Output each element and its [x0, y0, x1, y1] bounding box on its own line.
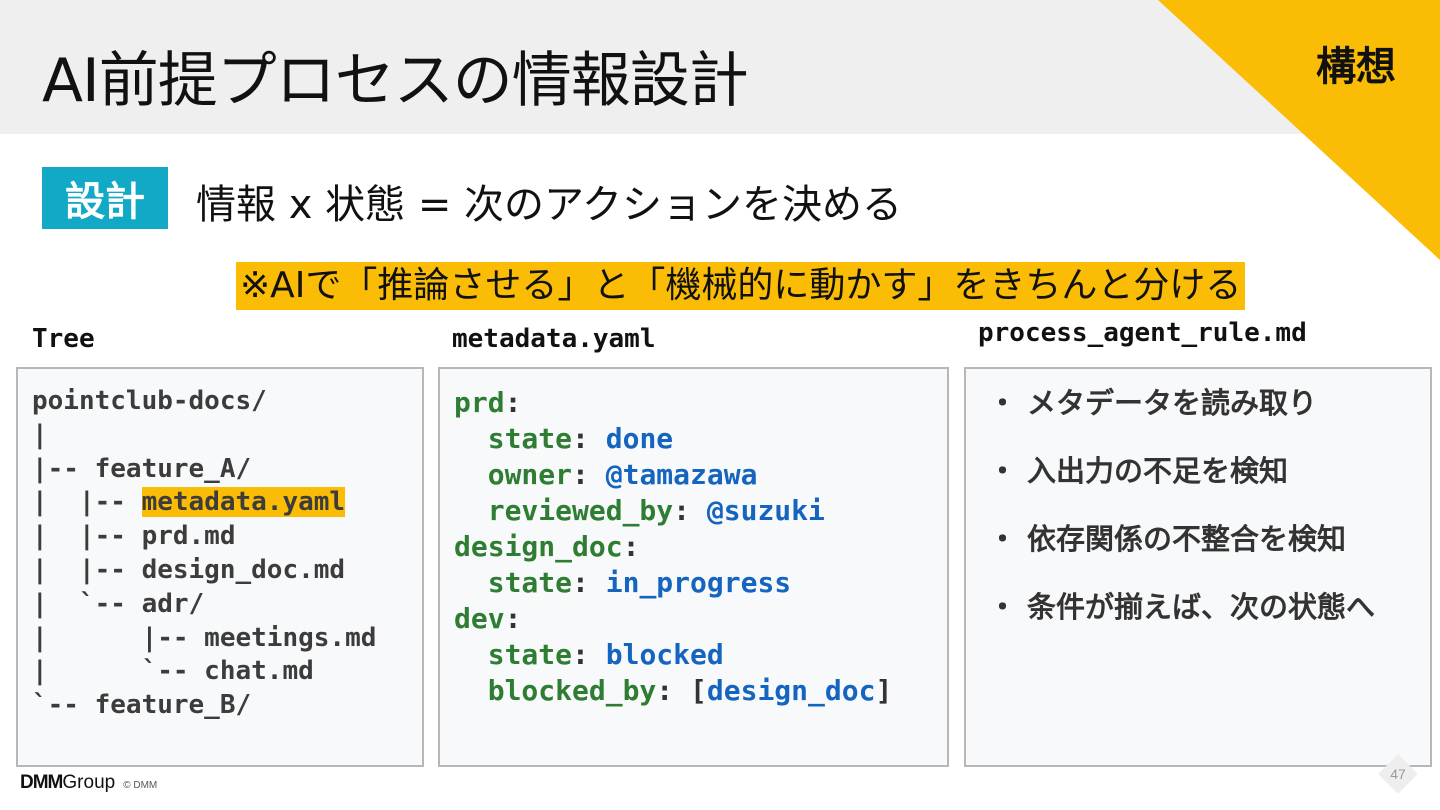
tree-label: Tree: [32, 324, 95, 354]
bullet-icon: ・: [988, 386, 1018, 420]
rules-label: process_agent_rule.md: [978, 318, 1307, 348]
tree-highlight-metadata: metadata.yaml: [141, 487, 346, 518]
design-badge: 設計: [42, 167, 168, 229]
yaml-value: @tamazawa: [605, 458, 758, 491]
yaml-value: @suzuki: [706, 494, 825, 527]
yaml-key: design_doc: [454, 530, 623, 563]
yaml-key: state: [487, 422, 573, 455]
yaml-key: prd: [454, 386, 505, 419]
rule-item: ・メタデータを読み取り: [988, 386, 1318, 420]
yaml-key: owner: [487, 458, 573, 491]
tree-line: |-- feature_A/: [32, 453, 252, 484]
tree-line: `-- feature_B/: [32, 690, 252, 721]
tree-code: pointclub-docs/ | |-- feature_A/ | |-- m…: [32, 385, 376, 723]
tree-line: | `-- adr/: [32, 588, 205, 619]
rules-panel: ・メタデータを読み取り ・入出力の不足を検知 ・依存関係の不整合を検知 ・条件が…: [964, 367, 1432, 767]
rule-item: ・条件が揃えば、次の状態へ: [988, 590, 1376, 624]
yaml-code: prd: state: done owner: @tamazawa review…: [454, 386, 893, 707]
tree-line: | |--: [32, 487, 142, 518]
rule-item: ・入出力の不足を検知: [988, 454, 1289, 488]
bullet-icon: ・: [988, 522, 1018, 556]
page-number-badge: 47: [1378, 754, 1418, 794]
tree-line: | `-- chat.md: [32, 656, 314, 687]
metadata-panel: prd: state: done owner: @tamazawa review…: [438, 367, 949, 767]
page-title: AI前提プロセスの情報設計: [42, 46, 749, 116]
subtitle: 情報 x 状態 = 次のアクションを決める: [196, 182, 903, 228]
tree-line: | |-- design_doc.md: [32, 554, 346, 585]
rule-list: ・メタデータを読み取り ・入出力の不足を検知 ・依存関係の不整合を検知 ・条件が…: [988, 381, 1375, 653]
corner-label: 構想: [1316, 44, 1396, 90]
tree-line: | |-- prd.md: [32, 521, 236, 552]
yaml-value: design_doc: [706, 674, 876, 707]
yaml-key: blocked_by: [487, 674, 657, 707]
bullet-icon: ・: [988, 454, 1018, 488]
yaml-value: blocked: [605, 638, 724, 671]
logo-group: Group: [62, 772, 116, 793]
tree-line: pointclub-docs/: [32, 386, 267, 416]
rule-item: ・依存関係の不整合を検知: [988, 522, 1347, 556]
corner-triangle: [1158, 0, 1440, 260]
bullet-icon: ・: [988, 590, 1018, 624]
page-number: 47: [1390, 766, 1406, 782]
tree-panel: pointclub-docs/ | |-- feature_A/ | |-- m…: [16, 367, 424, 767]
tree-line: | |-- meetings.md: [32, 622, 377, 653]
tree-line: |: [32, 419, 48, 450]
yaml-key: dev: [454, 602, 505, 635]
yaml-key: state: [487, 638, 573, 671]
yaml-value: in_progress: [605, 566, 792, 599]
yaml-key: state: [487, 566, 573, 599]
metadata-label: metadata.yaml: [452, 324, 656, 354]
logo-dmm: DMM: [20, 772, 63, 793]
yaml-value: done: [605, 422, 674, 455]
copyright: © DMM: [123, 780, 158, 791]
dmm-group-logo: DMMGroup © DMM: [20, 772, 157, 794]
yaml-key: reviewed_by: [487, 494, 674, 527]
callout-highlight: ※AIで「推論させる」と「機械的に動かす」をきちんと分ける: [236, 262, 1246, 310]
